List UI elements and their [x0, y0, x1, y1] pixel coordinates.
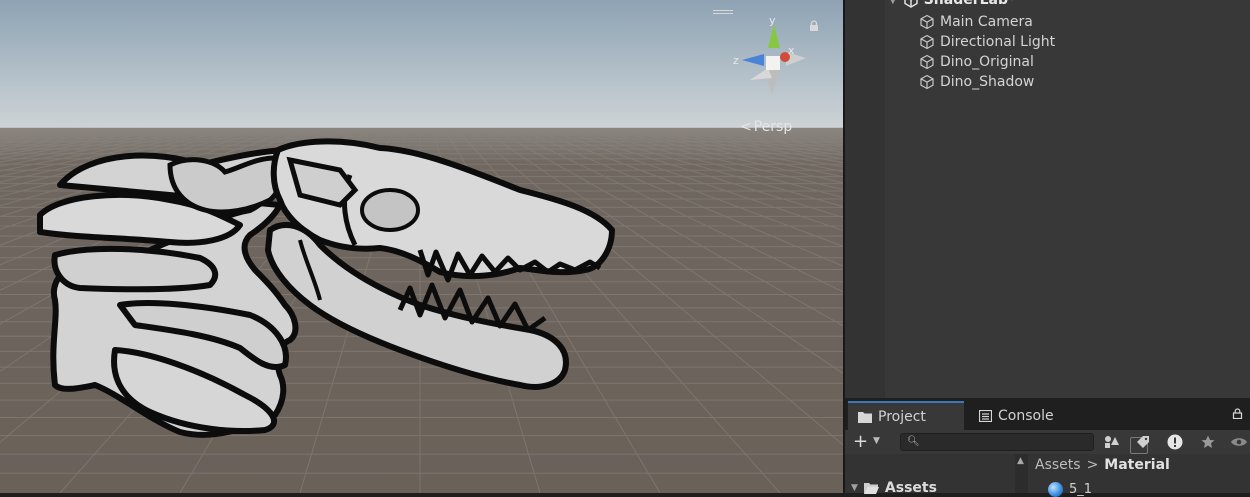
search-input[interactable]	[921, 435, 1075, 451]
scene-viewport[interactable]	[0, 0, 843, 493]
tree-item-label: Assets	[884, 480, 937, 496]
project-content-area: Assets > Material 5_1	[1028, 454, 1250, 497]
favorite-star-icon[interactable]	[1198, 433, 1218, 451]
scroll-up-icon[interactable]: ▲	[1017, 456, 1024, 466]
breadcrumb-assets[interactable]: Assets	[1035, 457, 1081, 473]
hierarchy-item-directional-light[interactable]: Directional Light	[919, 32, 1055, 52]
gizmo-z-label: z	[733, 54, 739, 67]
orientation-gizmo[interactable]: y x z	[728, 14, 818, 102]
perspective-arrow-icon: <	[740, 119, 752, 135]
gameobject-cube-icon	[920, 34, 934, 50]
filter-by-type-icon[interactable]	[1101, 433, 1121, 451]
add-icon[interactable]: +	[853, 432, 868, 452]
hierarchy-item-label: Dino_Shadow	[940, 74, 1035, 90]
scene-root-item[interactable]: ▼ ShaderLab*	[889, 0, 1015, 10]
gameobject-cube-icon	[920, 14, 934, 30]
gameobject-cube-icon	[920, 54, 934, 70]
project-panel: Project Console + ▼ 🔍︎ ▲ ▼ Assets Assets…	[845, 398, 1250, 497]
expand-triangle-icon[interactable]: ▼	[851, 483, 858, 493]
tab-label: Console	[998, 407, 1054, 424]
hierarchy-item-dino-original[interactable]: Dino_Original	[919, 52, 1034, 72]
filter-by-label-icon[interactable]	[1133, 433, 1153, 451]
chevron-down-icon[interactable]: ▼	[873, 436, 880, 446]
console-icon	[979, 409, 992, 422]
tab-console[interactable]: Console	[971, 401, 1091, 430]
material-sphere-icon	[1048, 482, 1063, 497]
gameobject-cube-icon	[920, 74, 934, 90]
search-icon: 🔍︎	[907, 436, 920, 447]
hierarchy-item-main-camera[interactable]: Main Camera	[919, 12, 1033, 32]
hierarchy-item-label: Dino_Original	[940, 54, 1034, 70]
visibility-eye-icon[interactable]	[1229, 433, 1249, 451]
tree-scrollbar[interactable]: ▲	[1015, 454, 1028, 493]
breadcrumb: Assets > Material	[1035, 457, 1170, 473]
folder-open-icon	[863, 483, 879, 494]
hierarchy-item-dino-shadow[interactable]: Dino_Shadow	[919, 72, 1034, 92]
view-mode-label: Persp	[753, 119, 793, 135]
gizmo-x-label: x	[788, 44, 795, 57]
unity-scene-icon	[903, 0, 918, 8]
gizmo-y-label: y	[769, 14, 776, 27]
hierarchy-panel: ▼ ShaderLab* Main Camera Directional Lig…	[845, 0, 1250, 398]
perspective-toggle[interactable]: < Persp	[740, 119, 792, 135]
hierarchy-item-label: Main Camera	[940, 14, 1033, 30]
asset-item[interactable]: 5_1	[1048, 482, 1092, 497]
breadcrumb-material[interactable]: Material	[1104, 457, 1170, 473]
tab-bar: Project Console	[845, 398, 1250, 430]
tab-label: Project	[878, 408, 926, 425]
warning-icon[interactable]	[1165, 433, 1185, 451]
lock-icon[interactable]	[1232, 408, 1243, 419]
project-folder-tree: ▲ ▼ Assets	[845, 454, 1028, 496]
hierarchy-item-label: Directional Light	[940, 34, 1056, 50]
project-toolbar: + ▼ 🔍︎	[845, 430, 1250, 454]
search-field[interactable]: 🔍︎	[900, 433, 1148, 454]
folder-icon	[858, 411, 872, 423]
tree-item-assets[interactable]: ▼ Assets	[851, 480, 937, 496]
breadcrumb-separator-icon: >	[1086, 457, 1099, 473]
hierarchy-gutter	[845, 0, 885, 398]
tab-project[interactable]: Project	[848, 401, 964, 430]
asset-label: 5_1	[1069, 482, 1093, 497]
expand-triangle-icon[interactable]: ▼	[889, 0, 897, 6]
scene-name: ShaderLab*	[923, 0, 1016, 8]
scene-view[interactable]: y x z < Persp	[0, 0, 843, 493]
lock-icon[interactable]	[808, 20, 820, 32]
